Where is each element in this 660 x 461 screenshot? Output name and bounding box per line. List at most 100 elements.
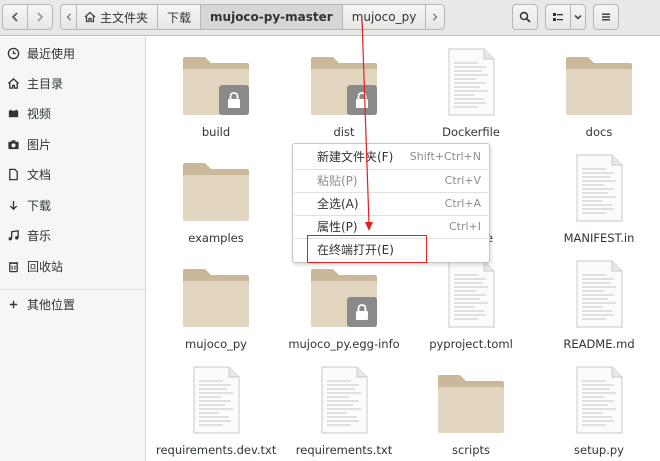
view-options-button[interactable] — [570, 4, 586, 30]
menu-item-label: 粘贴(P) — [317, 174, 358, 188]
file-item-requirements-dev[interactable]: requirements.dev.txt — [156, 365, 276, 457]
text-file-icon — [309, 365, 379, 435]
music-icon — [6, 228, 20, 242]
file-item-pyproject[interactable]: pyproject.toml — [411, 259, 531, 351]
home-icon — [6, 76, 20, 90]
back-button[interactable] — [2, 4, 28, 30]
lock-icon — [347, 297, 377, 327]
lock-icon — [219, 85, 249, 115]
breadcrumb: 主文件夹 下载 mujoco-py-master mujoco_py — [60, 4, 446, 30]
menu-item-paste[interactable]: 粘贴(P) Ctrl+V — [293, 169, 489, 192]
folder-icon — [181, 47, 251, 117]
folder-icon — [309, 259, 379, 329]
breadcrumb-label: mujoco_py — [351, 10, 417, 24]
file-item-dockerfile[interactable]: Dockerfile — [411, 47, 531, 139]
file-label: MANIFEST.in — [563, 231, 635, 245]
folder-icon — [309, 47, 379, 117]
file-item-build[interactable]: build — [156, 47, 276, 139]
breadcrumb-label: mujoco-py-master — [210, 10, 333, 24]
sidebar-item-label: 其他位置 — [27, 297, 76, 312]
menu-item-label: 全选(A) — [317, 197, 359, 211]
breadcrumb-label: 主文件夹 — [100, 10, 149, 25]
sidebar-item-label: 主目录 — [27, 76, 64, 91]
search-button[interactable] — [512, 4, 538, 30]
folder-icon — [436, 365, 506, 435]
breadcrumb-label: 下载 — [167, 10, 192, 25]
header-bar: 主文件夹 下载 mujoco-py-master mujoco_py — [0, 0, 660, 36]
camera-icon — [6, 137, 20, 151]
file-label: scripts — [451, 443, 491, 457]
chevron-right-icon — [37, 12, 44, 22]
trash-icon — [6, 259, 20, 273]
file-item-setup[interactable]: setup.py — [539, 365, 659, 457]
file-label: examples — [188, 231, 244, 245]
sidebar-item-pictures[interactable]: 图片 — [0, 132, 146, 156]
menu-item-label: 新建文件夹(F) — [317, 150, 394, 164]
clock-icon — [6, 46, 20, 60]
chevron-left-icon — [11, 12, 18, 22]
menu-item-shortcut: Shift+Ctrl+N — [409, 150, 481, 163]
file-item-requirements[interactable]: requirements.txt — [284, 365, 404, 457]
breadcrumb-scroll-left-button[interactable] — [61, 5, 77, 29]
file-label: dist — [333, 125, 355, 139]
sidebar-item-label: 文档 — [27, 167, 52, 182]
hamburger-menu-icon — [602, 13, 610, 21]
breadcrumb-home[interactable]: 主文件夹 — [77, 5, 159, 29]
sidebar-item-label: 音乐 — [27, 228, 52, 243]
home-icon — [84, 11, 96, 23]
sidebar-item-label: 最近使用 — [27, 46, 76, 61]
view-toggle-button[interactable] — [545, 4, 571, 30]
text-file-icon — [181, 365, 251, 435]
file-item-scripts[interactable]: scripts — [411, 365, 531, 457]
sidebar-item-downloads[interactable]: 下载 — [0, 193, 146, 217]
folder-icon — [564, 47, 634, 117]
lock-icon — [347, 85, 377, 115]
file-item-egg-info[interactable]: mujoco_py.egg-info — [284, 259, 404, 351]
sidebar-item-videos[interactable]: 视频 — [0, 101, 146, 125]
file-item-dist[interactable]: dist — [284, 47, 404, 139]
menu-item-label: 属性(P) — [317, 220, 358, 234]
file-label: mujoco_py — [185, 337, 247, 351]
sidebar-item-music[interactable]: 音乐 — [0, 223, 146, 247]
file-label: Dockerfile — [442, 125, 500, 139]
chevron-down-icon — [574, 14, 582, 20]
sidebar-item-other-locations[interactable]: 其他位置 — [0, 292, 146, 316]
breadcrumb-mujoco-py[interactable]: mujoco_py — [343, 5, 427, 29]
text-file-icon — [564, 259, 634, 329]
sidebar-item-home[interactable]: 主目录 — [0, 71, 146, 95]
menu-button[interactable] — [593, 4, 619, 30]
file-item-readme[interactable]: README.md — [539, 259, 659, 351]
chevron-left-icon — [65, 13, 71, 21]
breadcrumb-downloads[interactable]: 下载 — [158, 5, 202, 29]
chevron-right-icon — [433, 13, 438, 21]
list-view-icon — [553, 13, 563, 21]
breadcrumb-scroll-right-button[interactable] — [426, 5, 444, 29]
file-item-manifest[interactable]: MANIFEST.in — [539, 153, 659, 245]
file-label: requirements.txt — [295, 443, 393, 457]
file-item-docs[interactable]: docs — [539, 47, 659, 139]
menu-item-select-all[interactable]: 全选(A) Ctrl+A — [293, 192, 489, 215]
file-item-mujoco-py[interactable]: mujoco_py — [156, 259, 276, 351]
folder-icon — [181, 259, 251, 329]
document-icon — [6, 167, 20, 181]
menu-item-shortcut: Ctrl+I — [448, 220, 481, 233]
sidebar-item-label: 下载 — [27, 198, 52, 213]
file-item-examples[interactable]: examples — [156, 153, 276, 245]
sidebar-divider — [0, 289, 146, 290]
file-label: docs — [585, 125, 613, 139]
text-file-icon — [564, 365, 634, 435]
breadcrumb-mujoco-py-master[interactable]: mujoco-py-master — [201, 5, 343, 29]
video-icon — [6, 106, 20, 120]
sidebar-item-recent[interactable]: 最近使用 — [0, 41, 146, 65]
folder-icon — [181, 153, 251, 223]
sidebar-item-label: 视频 — [27, 106, 52, 121]
menu-item-shortcut: Ctrl+A — [444, 197, 481, 210]
download-icon — [6, 198, 20, 212]
sidebar-item-documents[interactable]: 文档 — [0, 162, 146, 186]
text-file-icon — [564, 153, 634, 223]
file-label: README.md — [563, 337, 635, 351]
text-file-icon — [436, 47, 506, 117]
forward-button[interactable] — [27, 4, 53, 30]
sidebar-item-trash[interactable]: 回收站 — [0, 254, 146, 278]
menu-item-new-folder[interactable]: 新建文件夹(F) Shift+Ctrl+N — [293, 145, 489, 168]
